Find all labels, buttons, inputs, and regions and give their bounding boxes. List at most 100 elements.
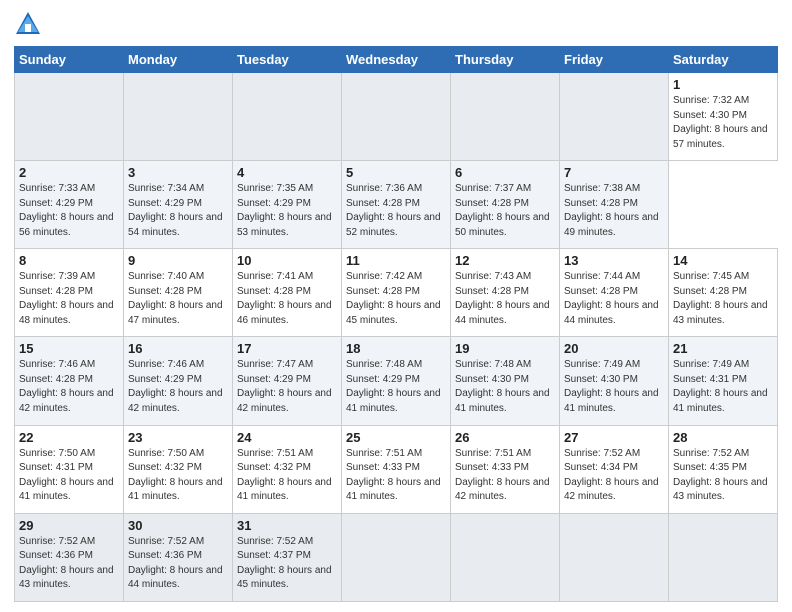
calendar-day-cell: 8 Sunrise: 7:39 AMSunset: 4:28 PMDaylight… bbox=[15, 249, 124, 337]
day-info: Sunrise: 7:46 AMSunset: 4:28 PMDaylight:… bbox=[19, 358, 119, 416]
day-number: 15 bbox=[19, 341, 119, 356]
day-info: Sunrise: 7:45 AMSunset: 4:28 PMDaylight:… bbox=[673, 270, 773, 328]
calendar-day-cell: 2 Sunrise: 7:33 AMSunset: 4:29 PMDaylight… bbox=[15, 161, 124, 249]
calendar-day-cell bbox=[124, 73, 233, 161]
day-info: Sunrise: 7:46 AMSunset: 4:29 PMDaylight:… bbox=[128, 358, 228, 416]
day-number: 7 bbox=[564, 165, 664, 180]
day-number: 12 bbox=[455, 253, 555, 268]
calendar-day-cell: 24Sunrise: 7:51 AMSunset: 4:32 PMDayligh… bbox=[233, 425, 342, 513]
day-info: Sunrise: 7:51 AMSunset: 4:33 PMDaylight:… bbox=[455, 447, 555, 505]
day-of-week-header: Tuesday bbox=[233, 47, 342, 73]
calendar-day-cell: 4 Sunrise: 7:35 AMSunset: 4:29 PMDaylight… bbox=[233, 161, 342, 249]
calendar-day-cell: 10 Sunrise: 7:41 AMSunset: 4:28 PMDayligh… bbox=[233, 249, 342, 337]
day-info: Sunrise: 7:34 AMSunset: 4:29 PMDaylight:… bbox=[128, 182, 228, 240]
day-info: Sunrise: 7:48 AMSunset: 4:29 PMDaylight:… bbox=[346, 358, 446, 416]
calendar-day-cell bbox=[560, 73, 669, 161]
day-number: 29 bbox=[19, 518, 119, 533]
calendar-day-cell: 15 Sunrise: 7:46 AMSunset: 4:28 PMDayligh… bbox=[15, 337, 124, 425]
calendar-day-cell bbox=[451, 73, 560, 161]
day-number: 4 bbox=[237, 165, 337, 180]
day-number: 23 bbox=[128, 430, 228, 445]
day-number: 17 bbox=[237, 341, 337, 356]
day-number: 1 bbox=[673, 77, 773, 92]
calendar-day-cell: 26 Sunrise: 7:51 AMSunset: 4:33 PMDayligh… bbox=[451, 425, 560, 513]
calendar-day-cell bbox=[342, 73, 451, 161]
day-of-week-header: Wednesday bbox=[342, 47, 451, 73]
day-info: Sunrise: 7:50 AMSunset: 4:32 PMDaylight:… bbox=[128, 447, 228, 505]
day-info: Sunrise: 7:52 AMSunset: 4:36 PMDaylight:… bbox=[128, 535, 228, 593]
calendar-day-cell: 20 Sunrise: 7:49 AMSunset: 4:30 PMDayligh… bbox=[560, 337, 669, 425]
calendar-day-cell: 19 Sunrise: 7:48 AMSunset: 4:30 PMDayligh… bbox=[451, 337, 560, 425]
calendar-week-row: 8 Sunrise: 7:39 AMSunset: 4:28 PMDaylight… bbox=[15, 249, 778, 337]
calendar-week-row: 15 Sunrise: 7:46 AMSunset: 4:28 PMDayligh… bbox=[15, 337, 778, 425]
day-number: 16 bbox=[128, 341, 228, 356]
day-info: Sunrise: 7:47 AMSunset: 4:29 PMDaylight:… bbox=[237, 358, 337, 416]
logo bbox=[14, 10, 46, 38]
calendar-day-cell: 30 Sunrise: 7:52 AMSunset: 4:36 PMDayligh… bbox=[124, 513, 233, 601]
day-number: 10 bbox=[237, 253, 337, 268]
day-number: 22 bbox=[19, 430, 119, 445]
calendar-day-cell: 21Sunrise: 7:49 AMSunset: 4:31 PMDayligh… bbox=[669, 337, 778, 425]
day-number: 21 bbox=[673, 341, 773, 356]
calendar-day-cell: 9 Sunrise: 7:40 AMSunset: 4:28 PMDaylight… bbox=[124, 249, 233, 337]
calendar-day-cell: 25 Sunrise: 7:51 AMSunset: 4:33 PMDayligh… bbox=[342, 425, 451, 513]
day-info: Sunrise: 7:52 AMSunset: 4:35 PMDaylight:… bbox=[673, 447, 773, 505]
day-info: Sunrise: 7:41 AMSunset: 4:28 PMDaylight:… bbox=[237, 270, 337, 328]
day-info: Sunrise: 7:39 AMSunset: 4:28 PMDaylight:… bbox=[19, 270, 119, 328]
calendar-day-cell bbox=[15, 73, 124, 161]
calendar-day-cell: 29 Sunrise: 7:52 AMSunset: 4:36 PMDayligh… bbox=[15, 513, 124, 601]
day-of-week-header: Saturday bbox=[669, 47, 778, 73]
day-info: Sunrise: 7:51 AMSunset: 4:33 PMDaylight:… bbox=[346, 447, 446, 505]
day-info: Sunrise: 7:48 AMSunset: 4:30 PMDaylight:… bbox=[455, 358, 555, 416]
calendar-day-cell: 16 Sunrise: 7:46 AMSunset: 4:29 PMDayligh… bbox=[124, 337, 233, 425]
day-number: 18 bbox=[346, 341, 446, 356]
day-info: Sunrise: 7:44 AMSunset: 4:28 PMDaylight:… bbox=[564, 270, 664, 328]
day-info: Sunrise: 7:52 AMSunset: 4:37 PMDaylight:… bbox=[237, 535, 337, 593]
day-number: 2 bbox=[19, 165, 119, 180]
day-number: 6 bbox=[455, 165, 555, 180]
calendar-day-cell bbox=[342, 513, 451, 601]
day-number: 11 bbox=[346, 253, 446, 268]
day-info: Sunrise: 7:50 AMSunset: 4:31 PMDaylight:… bbox=[19, 447, 119, 505]
day-number: 9 bbox=[128, 253, 228, 268]
day-info: Sunrise: 7:49 AMSunset: 4:30 PMDaylight:… bbox=[564, 358, 664, 416]
calendar-week-row: 22 Sunrise: 7:50 AMSunset: 4:31 PMDayligh… bbox=[15, 425, 778, 513]
day-info: Sunrise: 7:35 AMSunset: 4:29 PMDaylight:… bbox=[237, 182, 337, 240]
calendar-day-cell bbox=[669, 513, 778, 601]
day-number: 13 bbox=[564, 253, 664, 268]
day-number: 26 bbox=[455, 430, 555, 445]
day-number: 31 bbox=[237, 518, 337, 533]
day-info: Sunrise: 7:52 AMSunset: 4:36 PMDaylight:… bbox=[19, 535, 119, 593]
calendar-table: SundayMondayTuesdayWednesdayThursdayFrid… bbox=[14, 46, 778, 602]
day-of-week-header: Monday bbox=[124, 47, 233, 73]
calendar-day-cell: 23 Sunrise: 7:50 AMSunset: 4:32 PMDayligh… bbox=[124, 425, 233, 513]
day-info: Sunrise: 7:42 AMSunset: 4:28 PMDaylight:… bbox=[346, 270, 446, 328]
day-info: Sunrise: 7:40 AMSunset: 4:28 PMDaylight:… bbox=[128, 270, 228, 328]
day-number: 8 bbox=[19, 253, 119, 268]
day-number: 5 bbox=[346, 165, 446, 180]
day-number: 30 bbox=[128, 518, 228, 533]
calendar-day-cell: 3 Sunrise: 7:34 AMSunset: 4:29 PMDaylight… bbox=[124, 161, 233, 249]
day-number: 20 bbox=[564, 341, 664, 356]
day-number: 27 bbox=[564, 430, 664, 445]
day-number: 3 bbox=[128, 165, 228, 180]
calendar-day-cell: 14 Sunrise: 7:45 AMSunset: 4:28 PMDayligh… bbox=[669, 249, 778, 337]
calendar-day-cell: 11 Sunrise: 7:42 AMSunset: 4:28 PMDayligh… bbox=[342, 249, 451, 337]
calendar-day-cell bbox=[560, 513, 669, 601]
calendar-week-row: 29 Sunrise: 7:52 AMSunset: 4:36 PMDayligh… bbox=[15, 513, 778, 601]
day-info: Sunrise: 7:36 AMSunset: 4:28 PMDaylight:… bbox=[346, 182, 446, 240]
day-number: 14 bbox=[673, 253, 773, 268]
calendar-page: SundayMondayTuesdayWednesdayThursdayFrid… bbox=[0, 0, 792, 612]
calendar-day-cell: 6 Sunrise: 7:37 AMSunset: 4:28 PMDaylight… bbox=[451, 161, 560, 249]
day-info: Sunrise: 7:33 AMSunset: 4:29 PMDaylight:… bbox=[19, 182, 119, 240]
calendar-day-cell: 31 Sunrise: 7:52 AMSunset: 4:37 PMDayligh… bbox=[233, 513, 342, 601]
day-number: 19 bbox=[455, 341, 555, 356]
day-of-week-header: Friday bbox=[560, 47, 669, 73]
day-info: Sunrise: 7:51 AMSunset: 4:32 PMDaylight:… bbox=[237, 447, 337, 505]
calendar-day-cell: 13 Sunrise: 7:44 AMSunset: 4:28 PMDayligh… bbox=[560, 249, 669, 337]
day-number: 25 bbox=[346, 430, 446, 445]
day-info: Sunrise: 7:38 AMSunset: 4:28 PMDaylight:… bbox=[564, 182, 664, 240]
calendar-day-cell: 27Sunrise: 7:52 AMSunset: 4:34 PMDayligh… bbox=[560, 425, 669, 513]
calendar-week-row: 1Sunrise: 7:32 AMSunset: 4:30 PMDaylight… bbox=[15, 73, 778, 161]
day-info: Sunrise: 7:37 AMSunset: 4:28 PMDaylight:… bbox=[455, 182, 555, 240]
